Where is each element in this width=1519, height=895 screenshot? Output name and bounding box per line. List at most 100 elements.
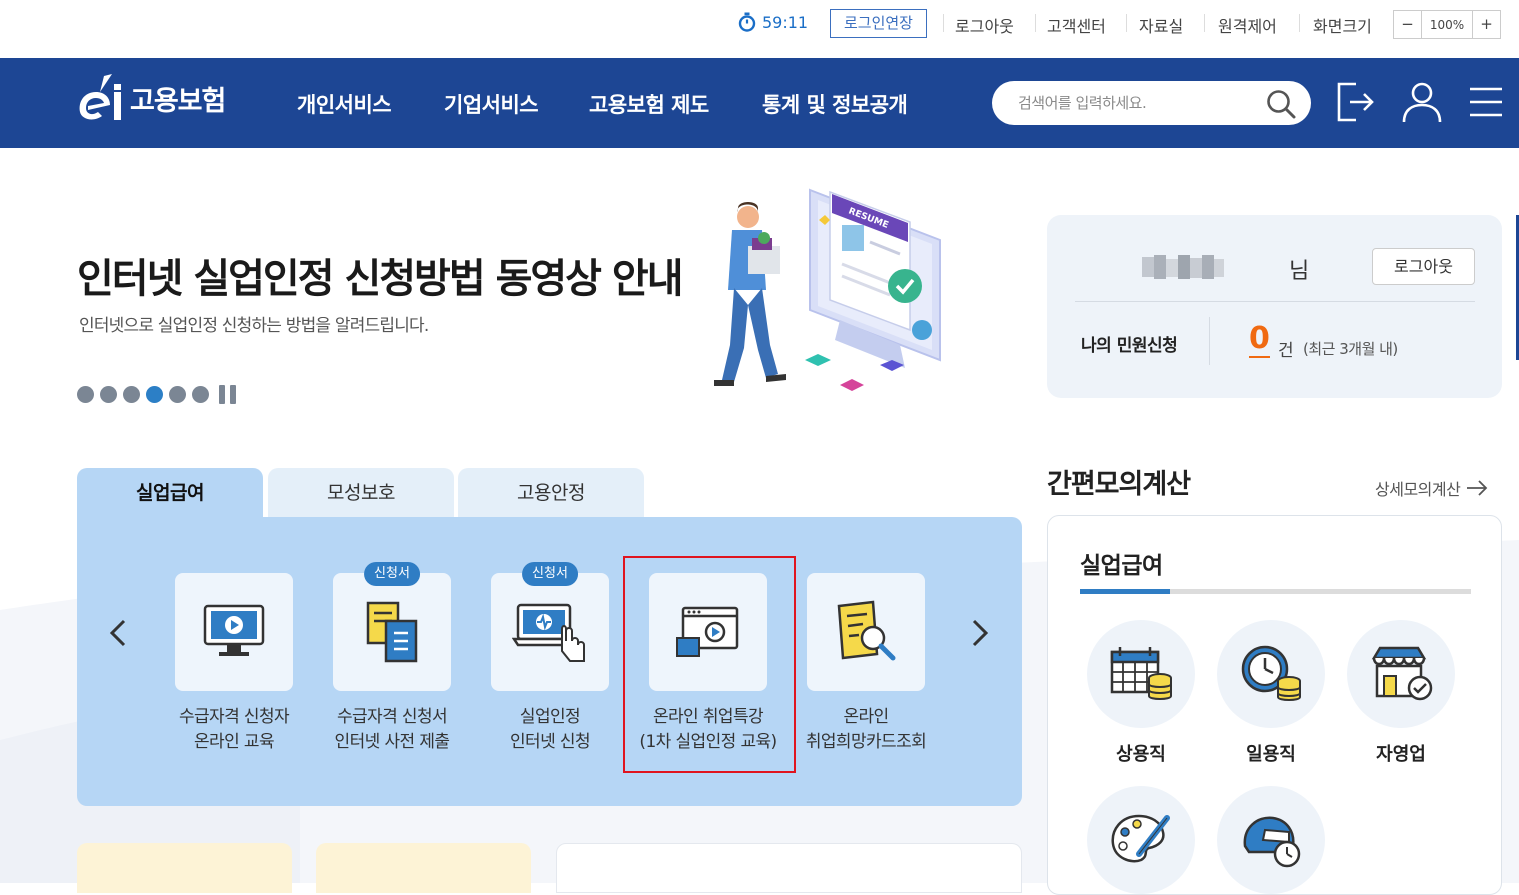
- site-logo[interactable]: 고용보험: [76, 72, 226, 124]
- worker-daily[interactable]: 일용직: [1216, 620, 1326, 766]
- monitor-play-icon: [203, 604, 265, 656]
- service-icon-box[interactable]: 신청서: [491, 562, 609, 691]
- user-icon[interactable]: [1401, 80, 1443, 124]
- divider: [1075, 301, 1475, 302]
- timer-value: 59:11: [762, 12, 809, 32]
- resume-illustration: RESUME: [714, 188, 941, 391]
- bottom-card[interactable]: [316, 843, 531, 893]
- slide-dot[interactable]: [77, 386, 94, 403]
- utility-bar: 59:11 로그인연장 로그아웃 고객센터 자료실 원격제어 화면크기 − 10…: [0, 0, 1519, 58]
- zoom-control: − 100% +: [1393, 10, 1501, 39]
- slide-dot[interactable]: [100, 386, 117, 403]
- service-label: 수급자격 신청서 인터넷 사전 제출: [334, 707, 450, 752]
- slide-indicator: [77, 385, 236, 404]
- slide-dot[interactable]: [192, 386, 209, 403]
- document-search-icon: [837, 600, 896, 661]
- service-icon-box[interactable]: [807, 573, 925, 691]
- divider: [1209, 317, 1210, 365]
- divider: [1035, 14, 1036, 32]
- divider: [943, 14, 944, 32]
- hero-subtitle: 인터넷으로 실업인정 신청하는 방법을 알려드립니다.: [79, 316, 429, 336]
- session-timer: 59:11: [738, 12, 808, 32]
- worker-regular[interactable]: 상용직: [1086, 620, 1196, 766]
- service-job-hope-card[interactable]: 온라인 취업희망카드조회: [791, 573, 941, 755]
- logout-icon[interactable]: [1336, 80, 1376, 124]
- remote-control-link[interactable]: 원격제어: [1218, 13, 1277, 37]
- count-unit: 건: [1278, 341, 1294, 361]
- worker-label: 자영업: [1376, 744, 1426, 765]
- slide-dot-active[interactable]: [146, 386, 163, 403]
- service-unemployment-recognition[interactable]: 신청서 실업인정 인터넷 신청: [475, 562, 625, 755]
- civil-application-label: 나의 민원신청: [1081, 336, 1178, 356]
- nav-personal[interactable]: 개인서비스: [297, 89, 392, 119]
- worker-icon-circle[interactable]: [1347, 620, 1455, 728]
- zoom-out-button[interactable]: −: [1394, 11, 1421, 38]
- calendar-coins-icon: [1110, 647, 1172, 700]
- logout-link[interactable]: 로그아웃: [955, 13, 1014, 37]
- menu-icon[interactable]: [1469, 85, 1503, 119]
- calc-section-title: 실업급여: [1080, 553, 1163, 579]
- divider: [1299, 14, 1300, 32]
- service-qualification-submit[interactable]: 신청서 수급자격 신청서 인터넷 사전 제출: [317, 562, 467, 755]
- civil-application-count[interactable]: 0: [1249, 322, 1270, 358]
- worker-icon-circle[interactable]: [1217, 786, 1325, 894]
- zoom-in-button[interactable]: +: [1473, 11, 1500, 38]
- worker-icon-circle[interactable]: [1217, 620, 1325, 728]
- worker-delivery[interactable]: [1216, 786, 1326, 894]
- search-input[interactable]: [1018, 89, 1258, 117]
- logo-text: 고용보험: [130, 85, 226, 117]
- next-arrow-icon[interactable]: [968, 615, 992, 651]
- laptop-touch-icon: [512, 603, 585, 662]
- login-extend-button[interactable]: 로그인연장: [830, 9, 927, 38]
- calc-progress-track: [1080, 589, 1471, 594]
- service-online-education[interactable]: 수급자격 신청자 온라인 교육: [159, 573, 309, 755]
- worker-self-employed[interactable]: 자영업: [1346, 620, 1456, 766]
- search-box: [992, 81, 1311, 125]
- service-label: 실업인정 인터넷 신청: [509, 707, 591, 752]
- screen-size-label: 화면크기: [1313, 17, 1372, 36]
- service-icon-box[interactable]: 신청서: [333, 562, 451, 691]
- calc-card: 실업급여 상용직 일용직 자영업: [1047, 515, 1502, 895]
- calc-title: 간편모의계산: [1047, 469, 1191, 500]
- slide-dot[interactable]: [123, 386, 140, 403]
- documents-icon: [366, 601, 418, 663]
- ei-logo-icon: [79, 74, 121, 120]
- user-suffix: 님: [1289, 259, 1310, 284]
- application-badge: 신청서: [364, 562, 420, 586]
- panel-logout-button[interactable]: 로그아웃: [1372, 248, 1475, 285]
- service-label: 온라인 취업희망카드조회: [805, 707, 927, 752]
- count-note: (최근 3개월 내): [1303, 340, 1398, 358]
- stopwatch-icon: [738, 12, 756, 32]
- user-panel: 님 로그아웃 나의 민원신청 0 건 (최근 3개월 내): [1047, 215, 1502, 398]
- archive-link[interactable]: 자료실: [1139, 13, 1183, 37]
- clock-coins-icon: [1241, 645, 1301, 701]
- search-icon[interactable]: [1265, 88, 1297, 120]
- detail-calc-link[interactable]: 상세모의계산: [1375, 476, 1488, 500]
- hero-title: 인터넷 실업인정 신청방법 동영상 안내: [77, 256, 684, 302]
- arrow-right-icon: [1467, 480, 1488, 496]
- divider: [1126, 14, 1127, 32]
- worker-icon-circle[interactable]: [1087, 620, 1195, 728]
- blurred-user-name: [1142, 255, 1224, 279]
- tab-employment-stability[interactable]: 고용안정: [458, 468, 644, 518]
- tab-maternity[interactable]: 모성보호: [268, 468, 454, 518]
- slide-dot[interactable]: [169, 386, 186, 403]
- worker-artist[interactable]: [1086, 786, 1196, 894]
- service-icon-box[interactable]: [175, 573, 293, 691]
- zoom-value: 100%: [1421, 11, 1473, 38]
- palette-brush-icon: [1111, 814, 1170, 863]
- prev-arrow-icon[interactable]: [106, 615, 130, 651]
- worker-icon-circle[interactable]: [1087, 786, 1195, 894]
- service-label: 수급자격 신청자 온라인 교육: [178, 707, 290, 752]
- customer-center-link[interactable]: 고객센터: [1047, 13, 1106, 37]
- bottom-card[interactable]: [77, 843, 292, 893]
- worker-label: 일용직: [1246, 744, 1296, 765]
- nav-business[interactable]: 기업서비스: [444, 89, 539, 119]
- pause-icon[interactable]: [219, 385, 236, 404]
- tab-unemployment[interactable]: 실업급여: [77, 468, 263, 518]
- nav-statistics[interactable]: 통계 및 정보공개: [762, 89, 908, 119]
- bottom-card[interactable]: [556, 843, 1022, 893]
- highlight-box: [623, 556, 796, 773]
- main-header: 고용보험 개인서비스 기업서비스 고용보험 제도 통계 및 정보공개: [0, 58, 1519, 148]
- nav-insurance-system[interactable]: 고용보험 제도: [589, 89, 709, 119]
